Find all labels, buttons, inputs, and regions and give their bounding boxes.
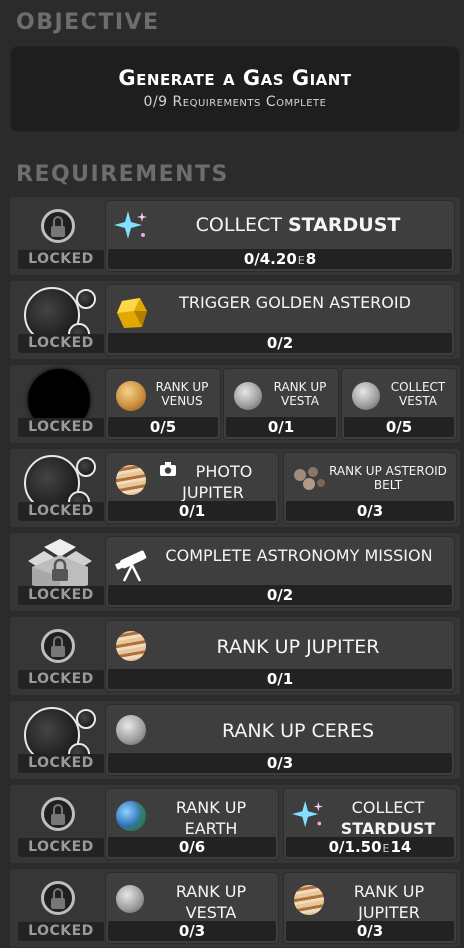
golden-asteroid-icon bbox=[117, 298, 147, 328]
locked-label: LOCKED bbox=[18, 922, 104, 941]
lock-status: LOCKED bbox=[14, 367, 106, 441]
task-label: RANK UP ASTEROID BELT bbox=[329, 464, 447, 492]
task-count: 0/5 bbox=[344, 417, 454, 437]
requirement-row-1[interactable]: LOCKED COLLECT STARDUST 0/4.20E8 bbox=[10, 197, 460, 275]
jupiter-icon bbox=[294, 885, 324, 915]
task-count: 0/3 bbox=[286, 921, 454, 941]
task-count: 0/3 bbox=[108, 921, 276, 941]
requirement-row-7[interactable]: LOCKED RANK UP CERES 0/3 bbox=[10, 701, 460, 779]
task-count: 0/1.50E14 bbox=[286, 837, 454, 857]
requirement-row-9[interactable]: LOCKED RANK UP VESTA 0/3 RANK UP JUPITER… bbox=[10, 869, 460, 947]
task-count: 0/5 bbox=[108, 417, 218, 437]
objective-progress: 0/9 Requirements Complete bbox=[143, 94, 327, 110]
task-rank-up-venus[interactable]: RANK UP VENUS 0/5 bbox=[105, 368, 221, 440]
task-rank-up-ceres[interactable]: RANK UP CERES 0/3 bbox=[105, 704, 455, 776]
task-count: 0/1 bbox=[108, 669, 452, 689]
task-rank-up-jupiter[interactable]: RANK UP JUPITER 0/3 bbox=[283, 872, 457, 944]
task-rank-up-earth[interactable]: RANK UP EARTH 0/6 bbox=[105, 788, 279, 860]
jupiter-icon bbox=[116, 631, 146, 661]
task-label: RANK UP JUPITER bbox=[353, 882, 425, 922]
ceres-icon bbox=[116, 715, 146, 745]
locked-label: LOCKED bbox=[18, 670, 104, 689]
asteroid-belt-icon bbox=[294, 467, 325, 490]
task-label: COLLECT VESTA bbox=[390, 380, 446, 408]
task-count: 0/2 bbox=[108, 585, 452, 605]
task-label: RANK UP VESTA bbox=[273, 380, 327, 408]
requirement-row-6[interactable]: LOCKED RANK UP JUPITER 0/1 bbox=[10, 617, 460, 695]
venus-icon bbox=[116, 381, 146, 411]
lock-status: LOCKED bbox=[14, 619, 106, 693]
task-label: PHOTO JUPITER bbox=[182, 462, 253, 502]
locked-label: LOCKED bbox=[18, 754, 104, 773]
task-label: RANK UP JUPITER bbox=[216, 636, 380, 658]
requirement-row-4[interactable]: LOCKED PHOTO JUPITER 0/1 RANK UP ASTEROI… bbox=[10, 449, 460, 527]
stardust-icon bbox=[292, 800, 324, 828]
locked-label: LOCKED bbox=[18, 502, 104, 521]
lock-icon bbox=[41, 881, 75, 915]
lock-icon bbox=[41, 797, 75, 831]
task-label: TRIGGER GOLDEN ASTEROID bbox=[179, 293, 411, 312]
lock-icon bbox=[41, 629, 75, 663]
task-count: 0/2 bbox=[108, 333, 452, 353]
task-label: RANK UP EARTH bbox=[175, 798, 247, 838]
task-label: RANK UP VENUS bbox=[155, 380, 209, 408]
requirement-row-3[interactable]: LOCKED RANK UP VENUS 0/5 RANK UP VESTA 0… bbox=[10, 365, 460, 443]
lock-icon bbox=[41, 209, 75, 243]
task-count: 0/3 bbox=[108, 753, 452, 773]
task-collect-stardust[interactable]: COLLECT STARDUST 0/1.50E14 bbox=[283, 788, 457, 860]
task-collect-stardust[interactable]: COLLECT STARDUST 0/4.20E8 bbox=[105, 200, 455, 272]
task-count: 0/1 bbox=[108, 501, 276, 521]
task-count: 0/3 bbox=[286, 501, 454, 521]
task-rank-up-jupiter[interactable]: RANK UP JUPITER 0/1 bbox=[105, 620, 455, 692]
task-label: COLLECT STARDUST bbox=[195, 214, 401, 236]
locked-label: LOCKED bbox=[18, 418, 104, 437]
task-label: COLLECT STARDUST bbox=[340, 798, 436, 838]
task-label: RANK UP CERES bbox=[221, 720, 375, 742]
task-astronomy-mission[interactable]: COMPLETE ASTRONOMY MISSION 0/2 bbox=[105, 536, 455, 608]
task-count: 0/1 bbox=[226, 417, 336, 437]
requirement-row-5[interactable]: LOCKED COMPLETE ASTRONOMY MISSION 0/2 bbox=[10, 533, 460, 611]
locked-label: LOCKED bbox=[18, 334, 104, 353]
lock-status: LOCKED bbox=[14, 787, 106, 861]
lock-status: LOCKED bbox=[14, 199, 106, 273]
earth-icon bbox=[116, 801, 146, 831]
vesta-icon bbox=[116, 885, 144, 913]
task-rank-up-vesta[interactable]: RANK UP VESTA 0/3 bbox=[105, 872, 279, 944]
objective-panel: Generate a Gas Giant 0/9 Requirements Co… bbox=[10, 46, 460, 132]
task-label: COMPLETE ASTRONOMY MISSION bbox=[165, 546, 433, 565]
lock-status: LOCKED bbox=[14, 535, 106, 609]
objective-heading: OBJECTIVE bbox=[16, 10, 160, 35]
task-collect-vesta[interactable]: COLLECT VESTA 0/5 bbox=[341, 368, 457, 440]
task-golden-asteroid[interactable]: TRIGGER GOLDEN ASTEROID 0/2 bbox=[105, 284, 455, 356]
task-label: RANK UP VESTA bbox=[175, 882, 247, 922]
task-photo-jupiter[interactable]: PHOTO JUPITER 0/1 bbox=[105, 452, 279, 524]
vesta-icon bbox=[352, 382, 380, 410]
objective-title: Generate a Gas Giant bbox=[118, 66, 352, 90]
requirements-heading: REQUIREMENTS bbox=[16, 162, 229, 187]
task-rank-up-asteroid-belt[interactable]: RANK UP ASTEROID BELT 0/3 bbox=[283, 452, 457, 524]
vesta-icon bbox=[234, 382, 262, 410]
jupiter-icon bbox=[116, 465, 146, 495]
locked-label: LOCKED bbox=[18, 586, 104, 605]
lock-status: LOCKED bbox=[14, 451, 106, 525]
locked-label: LOCKED bbox=[18, 838, 104, 857]
requirement-row-8[interactable]: LOCKED RANK UP EARTH 0/6 COLLECT STARDUST… bbox=[10, 785, 460, 863]
lock-status: LOCKED bbox=[14, 283, 106, 357]
stardust-icon bbox=[114, 211, 147, 239]
task-count: 0/4.20E8 bbox=[108, 249, 452, 269]
requirement-row-2[interactable]: LOCKED TRIGGER GOLDEN ASTEROID 0/2 bbox=[10, 281, 460, 359]
locked-label: LOCKED bbox=[18, 250, 104, 269]
telescope-icon bbox=[115, 550, 147, 582]
task-rank-up-vesta[interactable]: RANK UP VESTA 0/1 bbox=[223, 368, 339, 440]
lock-status: LOCKED bbox=[14, 703, 106, 777]
task-count: 0/6 bbox=[108, 837, 276, 857]
lock-status: LOCKED bbox=[14, 871, 106, 945]
